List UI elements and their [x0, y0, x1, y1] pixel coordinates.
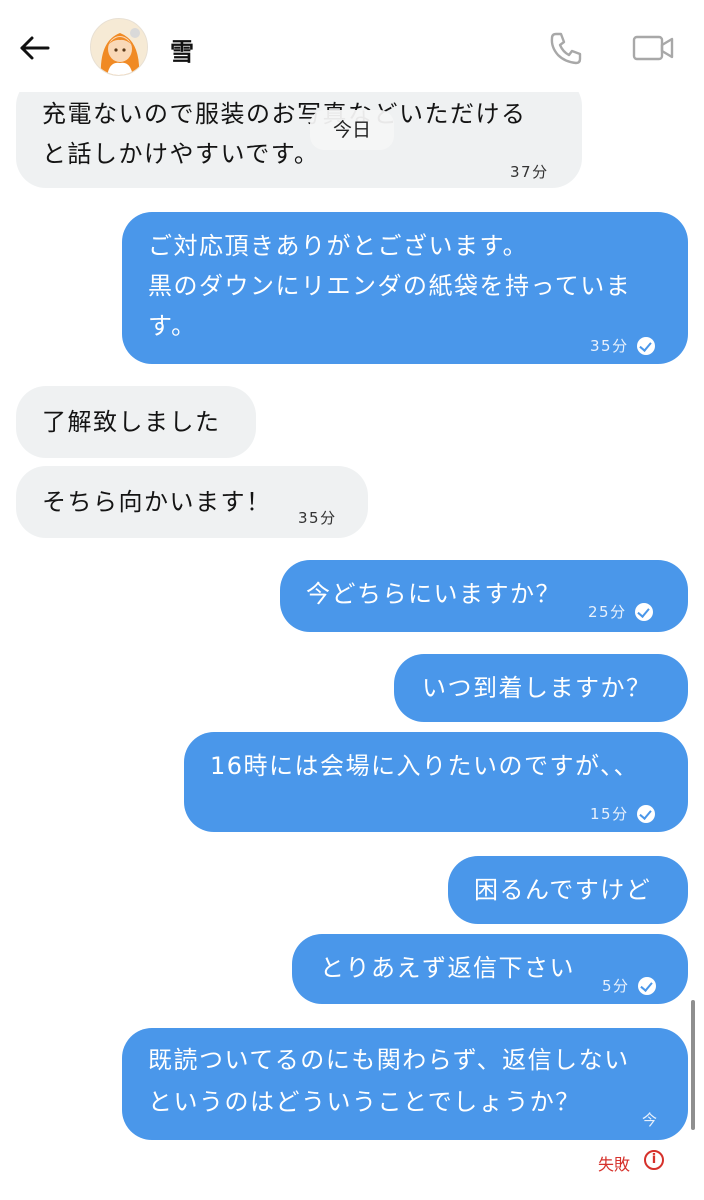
- sent-message-bubble[interactable]: 16時には会場に入りたいのですが、、 15分: [184, 732, 688, 832]
- read-check-icon: [636, 805, 655, 823]
- message-time: 5分: [602, 977, 630, 995]
- sent-message-bubble[interactable]: 困るんですけど: [448, 856, 688, 924]
- video-camera-icon[interactable]: [630, 28, 678, 68]
- message-text: いつ到着しますか？: [422, 674, 652, 702]
- message-text: 充電ないので服装のお写真などいただける: [42, 100, 527, 128]
- message-text: ご対応頂きありがとございます。: [148, 232, 529, 260]
- message-text: そちら向かいます！: [42, 488, 272, 516]
- message-text: 今どちらにいますか？: [306, 580, 561, 608]
- read-check-icon: [634, 603, 653, 621]
- read-check-icon: [637, 977, 656, 995]
- message-time: 37分: [510, 163, 549, 181]
- message-status: 5分: [602, 968, 656, 1004]
- read-check-icon: [636, 337, 655, 355]
- message-time: 今: [642, 1111, 659, 1129]
- message-text: 了解致しました: [42, 408, 221, 436]
- message-text: 困るんですけど: [474, 876, 652, 904]
- sent-message-bubble[interactable]: いつ到着しますか？: [394, 654, 688, 722]
- message-time: 35分: [590, 337, 629, 355]
- message-time: 25分: [588, 603, 627, 621]
- contact-avatar[interactable]: [90, 18, 148, 76]
- message-time: 15分: [590, 805, 629, 823]
- message-status: 25分: [588, 594, 653, 630]
- received-message-bubble[interactable]: 充電ないので服装のお写真などいただける と話しかけやすいです。 37分: [16, 76, 582, 188]
- message-status: 35分: [590, 328, 655, 364]
- scrollbar[interactable]: [691, 1000, 695, 1130]
- message-text: 黒のダウンにリエンダの紙袋を持っていま: [148, 272, 632, 300]
- back-arrow-icon[interactable]: [14, 28, 54, 68]
- message-time: 35分: [298, 509, 337, 527]
- message-text: というのはどういうことでしょうか？: [148, 1088, 581, 1116]
- chat-header: 雪: [0, 0, 704, 92]
- message-text: と話しかけやすいです。: [42, 140, 320, 168]
- message-text: 16時には会場に入りたいのですが、、: [210, 752, 640, 780]
- contact-name[interactable]: 雪: [170, 32, 194, 67]
- message-text: 既読ついてるのにも関わらず、返信しない: [148, 1046, 630, 1074]
- phone-icon[interactable]: [546, 28, 586, 68]
- received-message-bubble[interactable]: 了解致しました: [16, 386, 256, 458]
- send-failed-label: 失敗: [598, 1155, 631, 1174]
- sent-message-bubble[interactable]: 今どちらにいますか？ 25分: [280, 560, 688, 632]
- sent-message-bubble[interactable]: とりあえず返信下さい 5分: [292, 934, 688, 1004]
- received-message-bubble[interactable]: そちら向かいます！ 35分: [16, 466, 368, 538]
- message-text: とりあえず返信下さい: [320, 954, 575, 982]
- message-text: す。: [148, 312, 197, 340]
- sent-message-bubble[interactable]: 既読ついてるのにも関わらず、返信しない というのはどういうことでしょうか？ 今: [122, 1028, 688, 1140]
- date-divider: 今日: [310, 110, 394, 150]
- error-info-icon[interactable]: i: [644, 1150, 664, 1170]
- message-status: 15分: [590, 796, 655, 832]
- sent-message-bubble[interactable]: ご対応頂きありがとございます。 黒のダウンにリエンダの紙袋を持っていま す。 3…: [122, 212, 688, 364]
